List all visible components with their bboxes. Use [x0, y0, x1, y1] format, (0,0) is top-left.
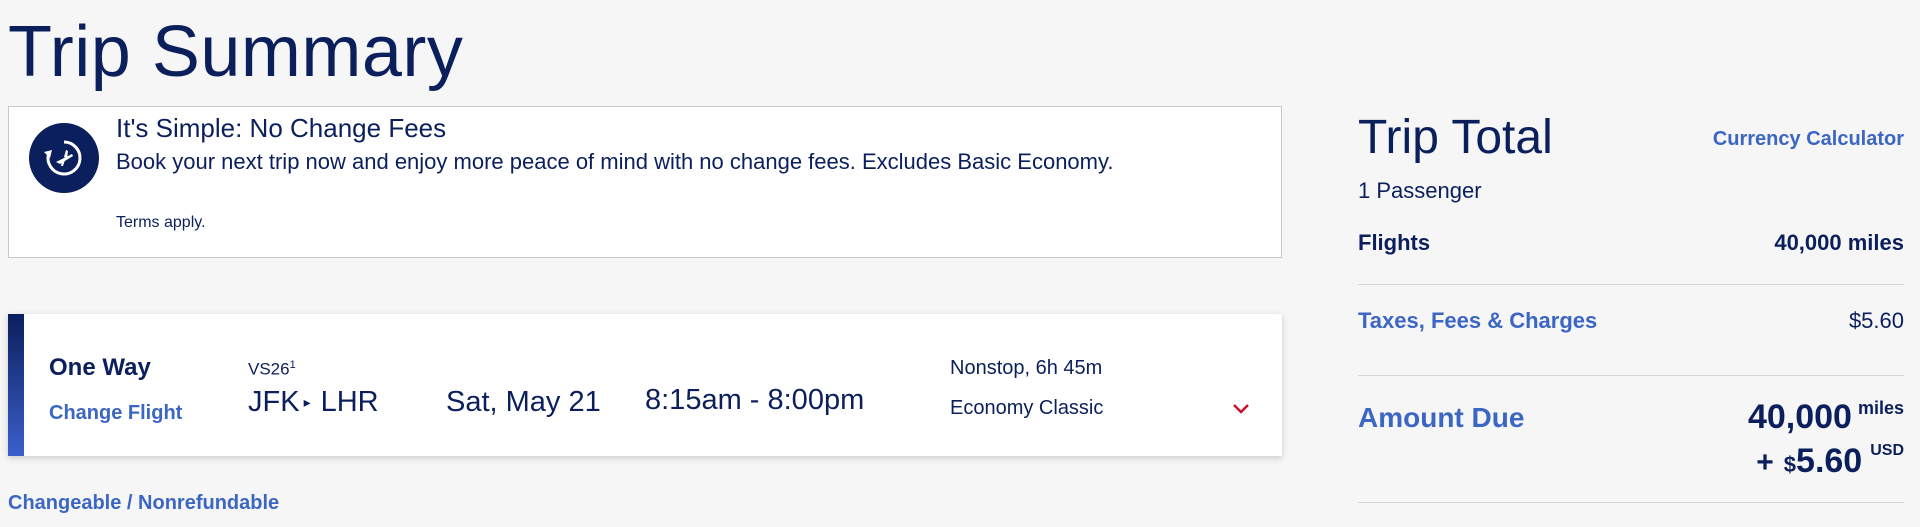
flight-number-text: VS26: [248, 359, 290, 379]
trip-type: One Way: [49, 354, 151, 381]
summary-divider: [1358, 502, 1904, 503]
terms-apply-text: Terms apply.: [116, 214, 206, 231]
destination-airport: LHR: [320, 386, 379, 418]
fare-rules-note[interactable]: Changeable / Nonrefundable: [8, 492, 279, 515]
card-accent-bar: [8, 314, 24, 456]
flight-card: One Way Change Flight VS261 JFK ▸ LHR Sa…: [8, 314, 1282, 456]
flight-stops-duration: Nonstop, 6h 45m: [950, 357, 1103, 379]
taxes-fees-value: $5.60: [1848, 308, 1904, 333]
due-miles-unit: miles: [1857, 398, 1904, 418]
due-cash-unit: USD: [1870, 442, 1904, 459]
flights-label: Flights: [1358, 230, 1431, 255]
route-arrow-icon: ▸: [303, 394, 311, 410]
summary-divider: [1358, 284, 1904, 285]
passenger-count: 1 Passenger: [1358, 178, 1482, 203]
flight-route: JFK ▸ LHR: [248, 386, 379, 419]
chevron-down-icon[interactable]: [1231, 402, 1251, 416]
due-miles-value: 40,000: [1747, 398, 1852, 436]
banner-text: Book your next trip now and enjoy more p…: [116, 149, 1114, 174]
due-cash-value: 5.60: [1796, 442, 1863, 480]
trip-summary-page: Trip Summary It's Simple: No Change Fees…: [0, 0, 1920, 527]
banner-title: It's Simple: No Change Fees: [116, 113, 447, 143]
cabin-class: Economy Classic: [950, 397, 1104, 419]
due-plus-sign: +: [1756, 446, 1774, 479]
page-title: Trip Summary: [8, 12, 464, 92]
flight-footnote: 1: [289, 359, 296, 371]
flight-time: 8:15am - 8:00pm: [645, 384, 865, 416]
amount-due-cash: + $5.60 USD: [1756, 442, 1904, 481]
taxes-fees-link[interactable]: Taxes, Fees & Charges: [1358, 308, 1597, 334]
plane-circle-arrow-icon: [29, 123, 99, 193]
amount-due-label: Amount Due: [1358, 402, 1525, 433]
flight-date: Sat, May 21: [446, 386, 601, 418]
change-flight-link[interactable]: Change Flight: [49, 402, 182, 425]
trip-total-title: Trip Total: [1358, 111, 1553, 164]
flights-value: 40,000 miles: [1774, 230, 1904, 255]
origin-airport: JFK: [248, 386, 300, 418]
due-currency-symbol: $: [1783, 452, 1797, 477]
no-change-fees-banner: It's Simple: No Change Fees Book your ne…: [8, 106, 1282, 258]
summary-divider: [1358, 375, 1904, 376]
currency-calculator-link[interactable]: Currency Calculator: [1713, 128, 1904, 151]
flight-number: VS261: [248, 359, 296, 380]
amount-due-miles: 40,000 miles: [1748, 398, 1904, 437]
